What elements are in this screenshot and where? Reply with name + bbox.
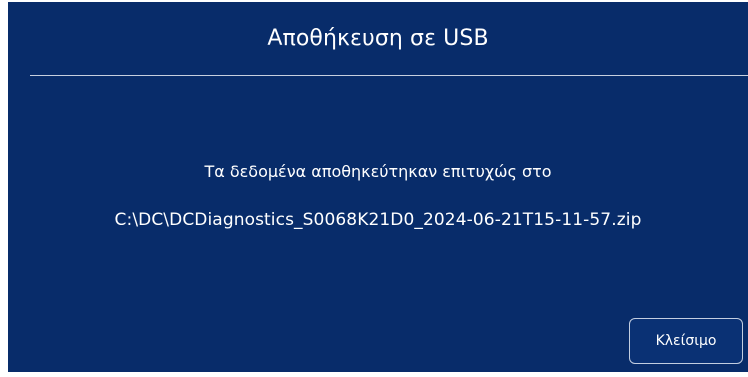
dialog-title: Αποθήκευση σε USB (267, 26, 489, 51)
dialog-header: Αποθήκευση σε USB (8, 2, 748, 75)
success-message: Τα δεδομένα αποθηκεύτηκαν επιτυχώς στο (204, 162, 552, 181)
close-button[interactable]: Κλείσιμο (629, 318, 743, 364)
saved-file-path: C:\DC\DCDiagnostics_S0068K21D0_2024-06-2… (114, 210, 642, 230)
header-divider (30, 75, 748, 76)
save-to-usb-dialog: Αποθήκευση σε USB Τα δεδομένα αποθηκεύτη… (8, 2, 748, 372)
